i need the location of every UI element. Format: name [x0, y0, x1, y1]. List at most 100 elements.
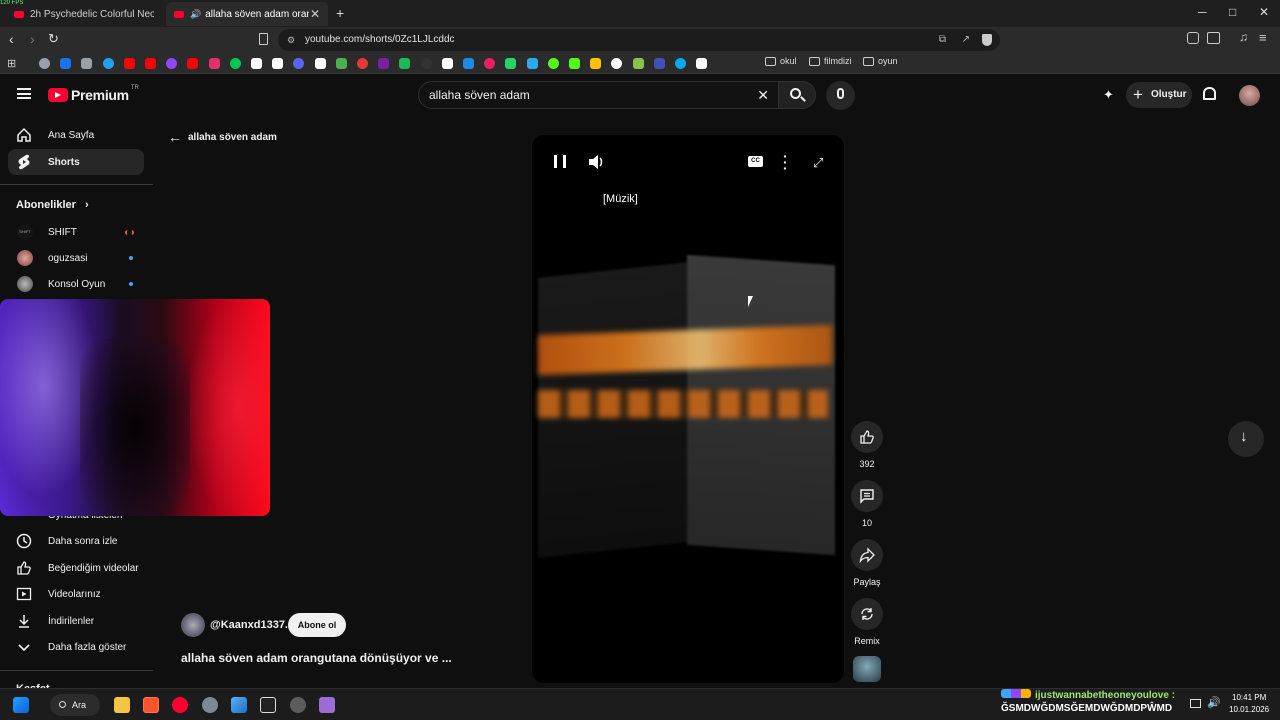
bookmark-favicon-icon[interactable] [357, 58, 368, 69]
bookmark-page-icon[interactable] [259, 33, 268, 45]
app-icon[interactable] [319, 697, 335, 713]
bookmark-favicon-icon[interactable] [251, 58, 262, 69]
maximize-button[interactable]: □ [1229, 5, 1236, 19]
tray-volume-icon[interactable]: 🔊 [1207, 696, 1221, 709]
site-settings-icon[interactable]: ⚙ [287, 29, 295, 51]
bookmark-favicon-icon[interactable] [102, 58, 114, 69]
discord-icon[interactable] [290, 697, 306, 713]
url-field[interactable]: ⚙ youtube.com/shorts/0Zc1LJLcddc ⧉ ↗ [278, 29, 1000, 51]
create-video-icon[interactable]: ✦ [1103, 87, 1114, 103]
search-input[interactable]: allaha söven adam ✕ [418, 81, 780, 109]
share-button[interactable] [851, 539, 883, 571]
bookmark-favicon-icon[interactable] [441, 58, 453, 69]
windows-start-icon[interactable] [13, 697, 29, 713]
bookmark-favicon-icon[interactable] [484, 58, 496, 69]
bookmark-favicon-icon[interactable] [229, 58, 241, 69]
sidebar-item-shorts[interactable]: Shorts [8, 149, 144, 175]
pause-button[interactable] [554, 155, 566, 168]
clock-time[interactable]: 10:41 PM [1232, 693, 1266, 702]
clear-search-icon[interactable]: ✕ [757, 82, 769, 108]
create-button[interactable]: + Oluştur [1126, 82, 1192, 108]
bookmark-favicon-icon[interactable] [632, 58, 644, 69]
back-to-search-button[interactable]: ← allaha söven adam [168, 129, 277, 145]
app-icon[interactable] [202, 697, 218, 713]
bookmark-favicon-icon[interactable] [463, 58, 474, 69]
browser-tab-1[interactable]: 2h Psychedelic Colorful Neon Backgr [6, 2, 162, 26]
like-button[interactable] [851, 421, 883, 453]
sidebar-item-liked-videos[interactable]: Beğendiğim videolar [8, 555, 144, 581]
voice-search-button[interactable] [826, 81, 855, 110]
search-button[interactable] [778, 81, 816, 109]
youtube-logo[interactable]: Premium TR [48, 85, 139, 103]
bookmark-favicon-icon[interactable] [335, 58, 347, 69]
forward-icon[interactable]: › [30, 31, 35, 47]
account-avatar[interactable] [1239, 85, 1260, 106]
bookmark-favicon-icon[interactable] [39, 58, 50, 69]
reload-icon[interactable]: ↻ [48, 31, 59, 47]
bookmark-folder-okul[interactable]: okul [765, 56, 797, 66]
shorts-video-player[interactable]: CC · · · ⤢ [Müzik] [532, 135, 844, 683]
volume-button[interactable] [588, 154, 606, 170]
back-icon[interactable]: ‹ [9, 31, 14, 47]
bookmark-favicon-icon[interactable] [166, 58, 178, 69]
close-window-button[interactable]: ✕ [1259, 5, 1269, 19]
remix-action[interactable]: Remix [851, 598, 883, 646]
bookmark-favicon-icon[interactable] [145, 58, 156, 69]
more-options-icon[interactable]: · · · [783, 149, 788, 175]
bookmark-favicon-icon[interactable] [526, 58, 538, 69]
bookmark-favicon-icon[interactable] [547, 58, 559, 69]
browser-tab-2[interactable]: 🔊 allaha söven adam orangutan ✕ [166, 2, 328, 26]
share-action[interactable]: Paylaş [851, 539, 883, 587]
sidebar-item-your-videos[interactable]: Videolarınız [8, 581, 144, 607]
apps-grid-icon[interactable]: ⊞ [7, 57, 16, 70]
fullscreen-button[interactable]: ⤢ [813, 155, 823, 171]
bookmark-favicon-icon[interactable] [123, 58, 135, 69]
open-external-icon[interactable]: ⧉ [939, 29, 946, 51]
sidebar-sub-shift[interactable]: SHIFT SHIFT [8, 219, 144, 245]
sidebar-toggle-icon[interactable] [1207, 32, 1220, 44]
youtube-app-icon[interactable] [172, 697, 188, 713]
comments-button[interactable] [851, 480, 883, 512]
sidebar-item-watch-later[interactable]: Daha sonra izle [8, 528, 144, 554]
capcut-icon[interactable] [260, 697, 276, 713]
short-title[interactable]: allaha söven adam orangutana dönüşüyor v… [181, 651, 452, 665]
bookmark-favicon-icon[interactable] [81, 58, 93, 69]
bookmark-favicon-icon[interactable] [187, 58, 199, 69]
brave-browser-icon[interactable] [143, 697, 159, 713]
comment-action[interactable]: 10 [851, 480, 883, 528]
extensions-icon[interactable] [1187, 32, 1199, 44]
captions-button[interactable]: CC [748, 156, 763, 167]
notifications-bell-icon[interactable] [1203, 87, 1216, 100]
sidebar-item-downloads[interactable]: İndirilenler [8, 608, 144, 634]
bookmark-favicon-icon[interactable] [399, 58, 411, 69]
remix-button[interactable] [851, 598, 883, 630]
bookmark-favicon-icon[interactable] [696, 58, 708, 69]
bookmark-favicon-icon[interactable] [590, 58, 602, 69]
brave-shield-icon[interactable] [982, 34, 992, 46]
picture-in-picture-video[interactable] [0, 299, 270, 516]
sidebar-item-home[interactable]: Ana Sayfa [8, 122, 144, 148]
hamburger-menu-icon[interactable] [17, 88, 31, 99]
bookmark-favicon-icon[interactable] [314, 58, 326, 69]
minimize-button[interactable]: ─ [1198, 5, 1207, 19]
bookmark-favicon-icon[interactable] [611, 58, 623, 69]
next-short-button[interactable]: ↓ [1228, 421, 1264, 457]
sidebar-sub-konsol-oyun[interactable]: Konsol Oyun [8, 271, 144, 297]
channel-name[interactable]: @Kaanxd1337. [210, 619, 288, 631]
bookmark-favicon-icon[interactable] [60, 58, 72, 69]
bookmark-favicon-icon[interactable] [569, 58, 580, 69]
bookmark-favicon-icon[interactable] [420, 58, 432, 69]
clock-date[interactable]: 10.01.2026 [1229, 705, 1269, 714]
bookmark-folder-oyun[interactable]: oyun [863, 56, 898, 66]
bookmark-favicon-icon[interactable] [675, 58, 686, 69]
bookmark-favicon-icon[interactable] [208, 58, 220, 69]
bookmark-favicon-icon[interactable] [653, 58, 665, 69]
sidebar-item-show-more[interactable]: Daha fazla göster [8, 634, 144, 660]
subscriptions-heading[interactable]: Abonelikler › [16, 199, 89, 211]
sound-thumbnail[interactable] [853, 656, 881, 682]
sidebar-sub-oguzsasi[interactable]: oguzsasi [8, 245, 144, 271]
media-icon[interactable]: ♫ [1239, 30, 1248, 44]
photos-icon[interactable] [231, 697, 247, 713]
bookmark-folder-filmdizi[interactable]: filmdizi [809, 56, 852, 66]
bookmark-favicon-icon[interactable] [272, 58, 284, 69]
